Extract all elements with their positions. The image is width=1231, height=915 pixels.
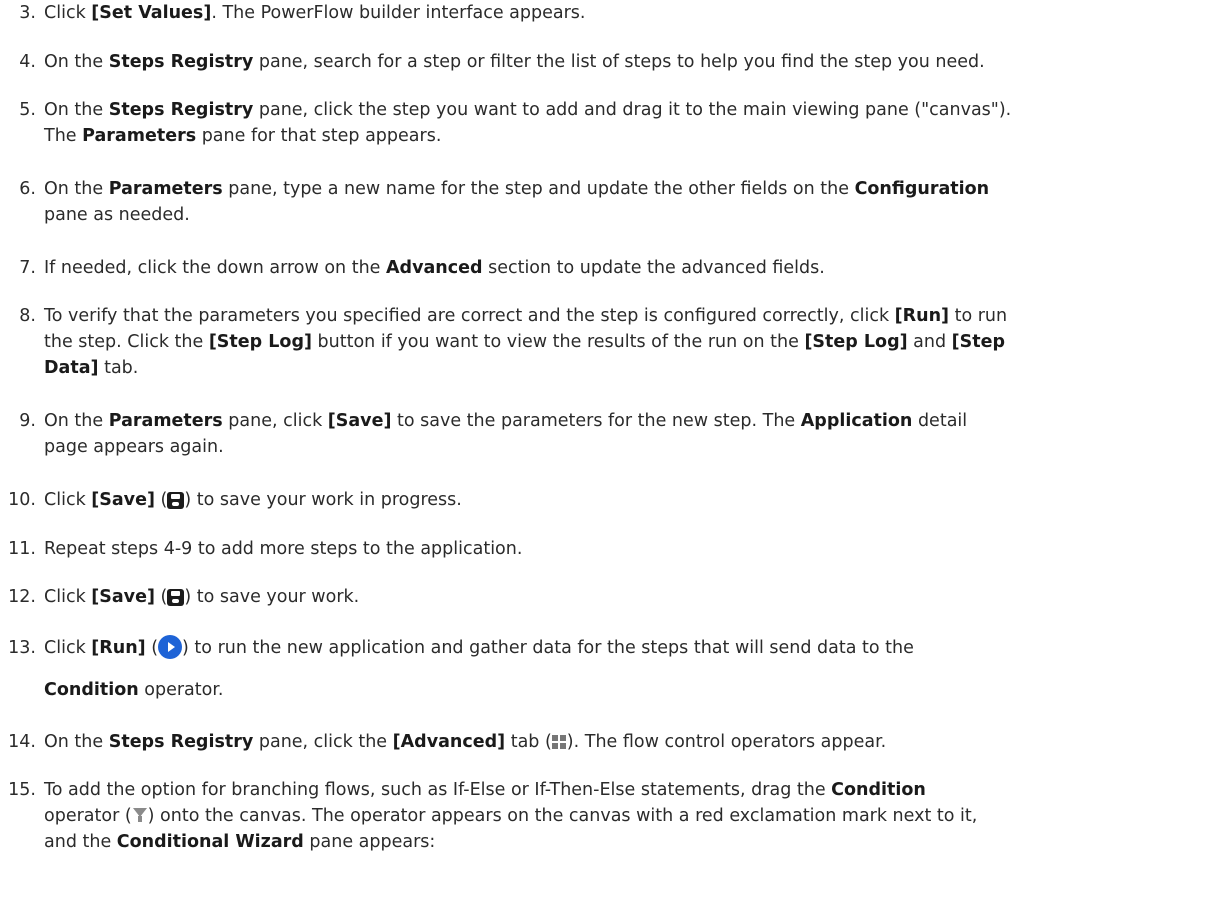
step-text: Click [Save] ( ) to save your work.: [44, 584, 1221, 610]
step-text: Repeat steps 4-9 to add more steps to th…: [44, 536, 1221, 562]
ui-term: [Save]: [91, 490, 155, 510]
text-run: pane, click: [222, 411, 328, 431]
ui-term: Advanced: [386, 258, 483, 278]
step-text: Click [Run] ( ) to run the new applicatio…: [44, 635, 1221, 703]
text-run: page appears again.: [44, 437, 224, 457]
step-number: 4.: [19, 52, 36, 72]
text-run: pane appears:: [303, 832, 436, 852]
step-number: 6.: [19, 179, 36, 199]
save-icon: [167, 492, 185, 509]
document-page: 3. Click [Set Values]. The PowerFlow bui…: [0, 0, 1231, 915]
step-text: On the Steps Registry pane, search for a…: [44, 49, 1221, 75]
ui-term: Application: [800, 411, 913, 431]
step-number: 14.: [8, 732, 36, 752]
text-run: Repeat steps 4-9 to add more steps to th…: [44, 539, 523, 559]
ui-term: Steps Registry: [108, 732, 254, 752]
text-run: Click: [44, 638, 92, 658]
text-run: pane as needed.: [44, 205, 190, 225]
text-run: To add the option for branching flows, s…: [44, 780, 832, 800]
step-number: 8.: [19, 306, 36, 326]
step-text: To verify that the parameters you specif…: [44, 303, 1221, 381]
step-text: Click [Set Values]. The PowerFlow builde…: [44, 0, 1221, 26]
step-number: 11.: [8, 539, 36, 559]
text-run: Click: [44, 587, 92, 607]
step-text: Click [Save] ( ) to save your work in pro…: [44, 487, 1221, 513]
ui-term: [Set Values]: [91, 3, 212, 23]
text-run: button if you want to view the results o…: [311, 332, 805, 352]
text-run: ) to run the new application and gather …: [182, 638, 914, 658]
text-run: detail: [912, 411, 968, 431]
step-number: 5.: [19, 100, 36, 120]
text-run: section to update the advanced fields.: [482, 258, 825, 278]
text-run: to save the parameters for the new step.…: [391, 411, 801, 431]
text-run: operator.: [138, 680, 224, 700]
ui-term: [Run]: [91, 638, 146, 658]
step-number: 9.: [19, 411, 36, 431]
text-run: and the: [44, 832, 117, 852]
step-number: 15.: [8, 780, 36, 800]
ui-term: Condition: [831, 780, 926, 800]
text-run: Click: [44, 3, 92, 23]
step-number: 12.: [8, 587, 36, 607]
filter-icon: [132, 806, 148, 824]
text-run: The: [44, 126, 83, 146]
text-run: operator (: [44, 806, 132, 826]
step-text: To add the option for branching flows, s…: [44, 777, 1221, 855]
ui-term: [Step Log]: [804, 332, 908, 352]
text-run: (: [154, 490, 168, 510]
step-number: 7.: [19, 258, 36, 278]
ui-term: Parameters: [82, 126, 197, 146]
step-number: 13.: [8, 638, 36, 658]
text-run: ) to save your work in progress.: [184, 490, 462, 510]
text-run: pane for that step appears.: [196, 126, 442, 146]
text-run: . The PowerFlow builder interface appear…: [211, 3, 586, 23]
ui-term: Data]: [44, 358, 99, 378]
run-icon: [158, 635, 183, 659]
step-text: On the Parameters pane, click [Save] to …: [44, 408, 1221, 460]
text-run: On the: [44, 52, 109, 72]
text-run: ) onto the canvas. The operator appears …: [147, 806, 978, 826]
step-text: On the Steps Registry pane, click the [A…: [44, 729, 1221, 755]
text-run: (: [154, 587, 168, 607]
text-run: To verify that the parameters you specif…: [44, 306, 895, 326]
step-number: 3.: [19, 3, 36, 23]
ui-term: [Step: [951, 332, 1006, 352]
ui-term: Parameters: [108, 179, 223, 199]
ui-term: [Save]: [91, 587, 155, 607]
text-run: On the: [44, 411, 109, 431]
text-run: pane, click the step you want to add and…: [253, 100, 1012, 120]
text-run: ) to save your work.: [184, 587, 360, 607]
ui-term: Parameters: [108, 411, 223, 431]
text-run: pane, search for a step or filter the li…: [253, 52, 985, 72]
advanced-tab-icon: [551, 735, 567, 749]
text-run: On the: [44, 100, 109, 120]
ui-term: [Run]: [894, 306, 950, 326]
text-run: On the: [44, 179, 109, 199]
step-text: On the Steps Registry pane, click the st…: [44, 97, 1221, 149]
ui-term: Configuration: [854, 179, 990, 199]
text-run: and: [907, 332, 952, 352]
text-run: ). The flow control operators appear.: [566, 732, 887, 752]
ui-term: [Save]: [327, 411, 392, 431]
save-icon: [167, 589, 185, 606]
text-run: tab.: [98, 358, 139, 378]
ui-term: Conditional Wizard: [116, 832, 304, 852]
text-run: tab (: [505, 732, 552, 752]
ui-term: Steps Registry: [108, 52, 254, 72]
ui-term: Condition: [44, 680, 139, 700]
text-run: to run: [949, 306, 1008, 326]
text-run: (: [145, 638, 159, 658]
step-number: 10.: [8, 490, 36, 510]
ui-term: [Advanced]: [392, 732, 506, 752]
text-run: pane, type a new name for the step and u…: [222, 179, 855, 199]
step-text: On the Parameters pane, type a new name …: [44, 176, 1221, 228]
text-run: On the: [44, 732, 109, 752]
ui-term: [Step Log]: [208, 332, 312, 352]
text-run: pane, click the: [253, 732, 393, 752]
text-run: If needed, click the down arrow on the: [44, 258, 386, 278]
text-run: Click: [44, 490, 92, 510]
step-text: If needed, click the down arrow on the A…: [44, 255, 1221, 281]
ui-term: Steps Registry: [108, 100, 254, 120]
text-run: the step. Click the: [44, 332, 209, 352]
